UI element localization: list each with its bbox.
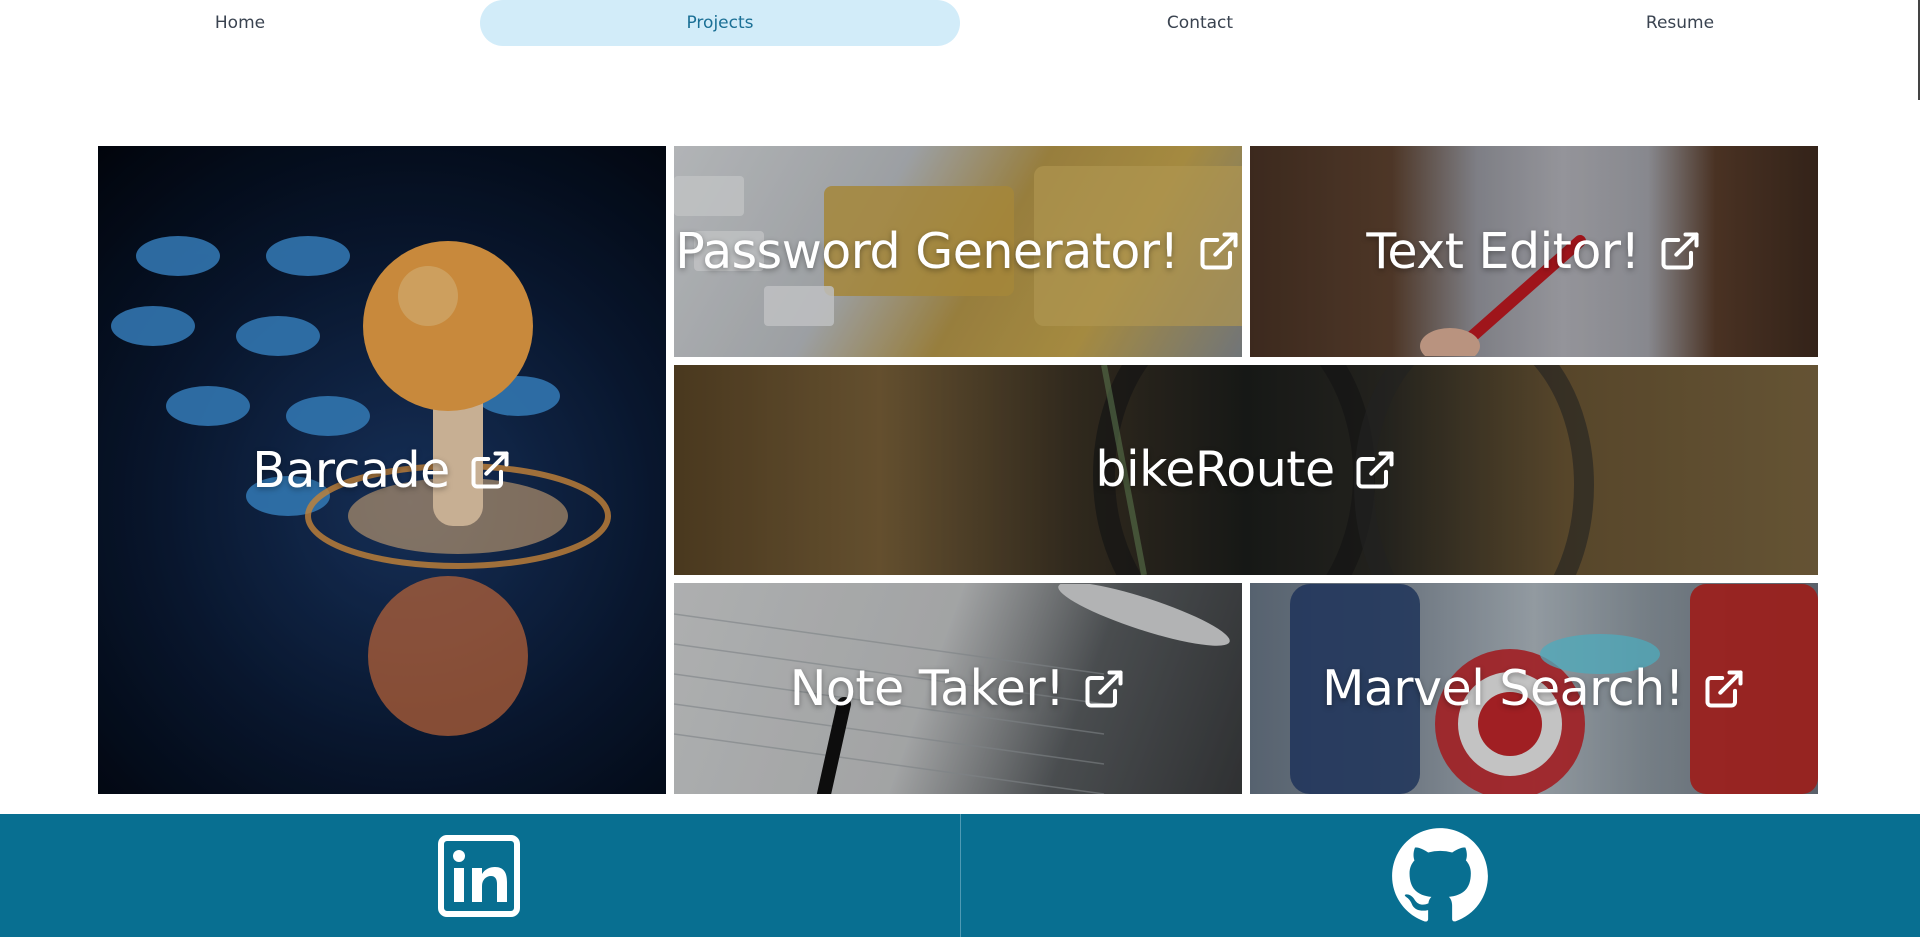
github-link[interactable] [959,814,1920,937]
linkedin-link[interactable] [0,814,960,937]
project-tile-bikeroute[interactable]: bikeRoute [674,364,1818,576]
nav-resume-link[interactable]: Resume [1440,0,1920,46]
project-tile-marvel-search[interactable]: Marvel Search! [1250,583,1818,794]
project-tile-barcade[interactable]: Barcade [98,146,666,794]
footer [0,814,1920,937]
project-title-bikeroute: bikeRoute [1095,441,1396,498]
project-title-barcade: Barcade [252,442,511,499]
linkedin-icon [437,834,520,917]
project-title-marvel-search: Marvel Search! [1322,660,1746,717]
top-nav: Home Projects Contact Resume [0,0,1920,46]
external-link-icon [468,448,512,492]
project-tile-note-taker[interactable]: Note Taker! [674,583,1242,794]
project-tile-password-generator[interactable]: Password Generator! [674,146,1242,357]
external-link-icon [1197,229,1241,273]
nav-projects-link[interactable]: Projects [480,0,960,46]
project-title-note-taker: Note Taker! [790,660,1126,717]
projects-grid: Barcade Password Generator! Text Editor! [98,146,1818,794]
external-link-icon [1353,448,1397,492]
github-icon [1392,827,1489,922]
nav-home-link[interactable]: Home [0,0,480,46]
external-link-icon [1658,229,1702,273]
external-link-icon [1082,667,1126,711]
project-title-password-generator: Password Generator! [675,223,1240,280]
external-link-icon [1702,667,1746,711]
project-title-text-editor: Text Editor! [1366,223,1701,280]
project-tile-text-editor[interactable]: Text Editor! [1250,146,1818,357]
nav-contact-link[interactable]: Contact [960,0,1440,46]
